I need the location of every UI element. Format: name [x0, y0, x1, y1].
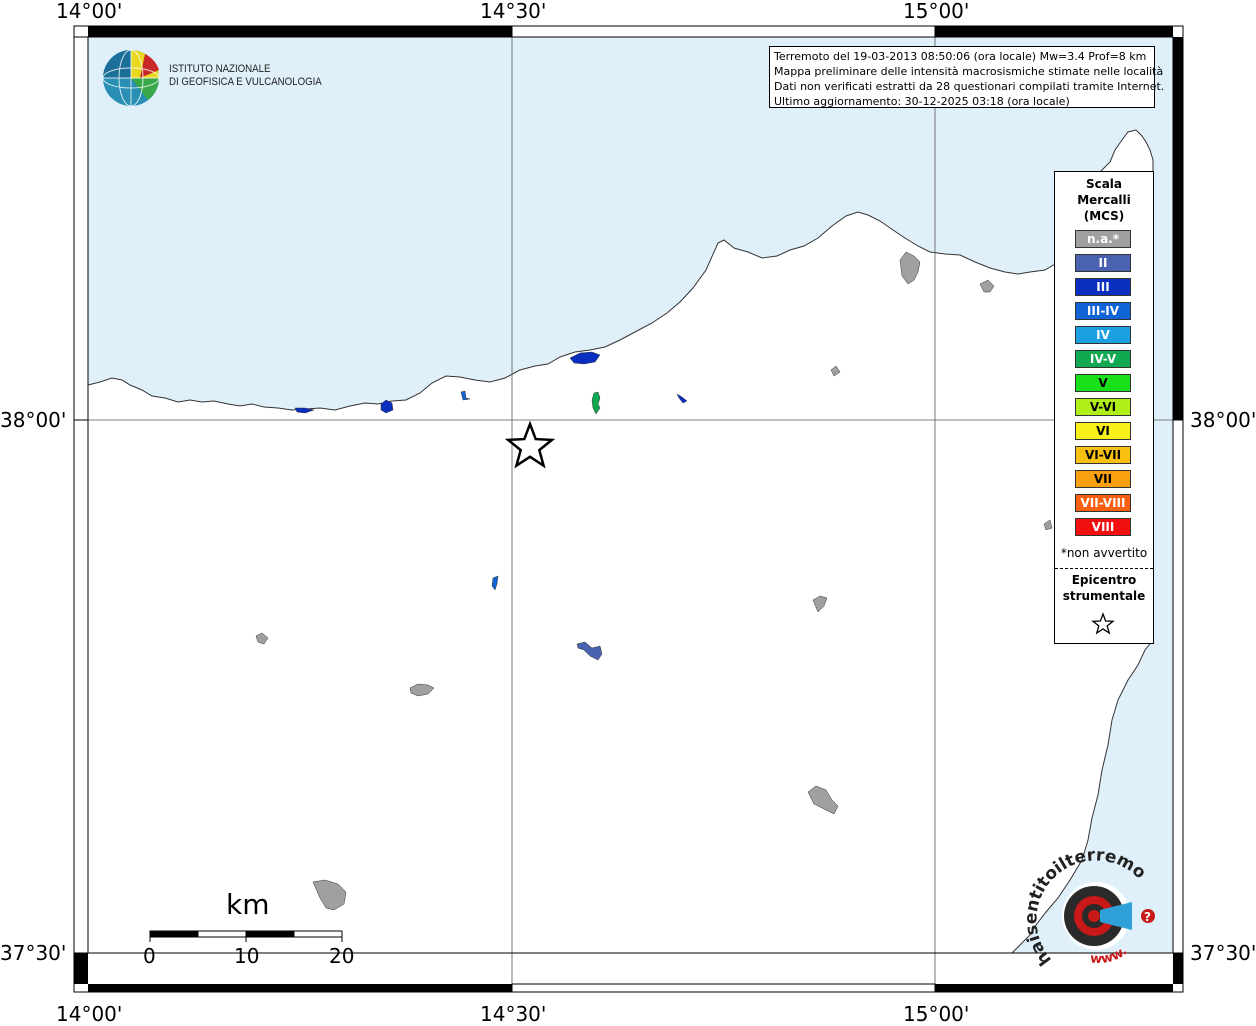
legend-item: V — [1075, 374, 1131, 392]
legend-item: VII — [1075, 470, 1131, 488]
lon-label-bottom: 15°00' — [903, 1002, 970, 1026]
legend-item: IV — [1075, 326, 1131, 344]
legend-item: VII-VIII — [1075, 494, 1131, 512]
legend-item: III-IV — [1075, 302, 1131, 320]
last-update: Ultimo aggiornamento: 30-12-2025 03:18 (… — [774, 95, 1070, 108]
scale-label: 10 — [234, 944, 260, 968]
lon-label-bottom: 14°00' — [56, 1002, 123, 1026]
data-note: Dati non verificati estratti da 28 quest… — [774, 80, 1165, 93]
lat-label-left: 38°00' — [0, 408, 67, 432]
legend-note: *non avvertito — [1060, 546, 1148, 560]
legend-item: IV-V — [1075, 350, 1131, 368]
legend-item: V-VI — [1075, 398, 1131, 416]
scale-unit: km — [226, 888, 270, 921]
legend-epicenter-label: Epicentro strumentale — [1062, 573, 1146, 603]
lat-label-left: 37°30' — [0, 941, 67, 965]
legend-item: VIII — [1075, 518, 1131, 536]
lat-label-right: 38°00' — [1190, 408, 1256, 432]
legend-item: II — [1075, 254, 1131, 272]
ingv-logo-text: ISTITUTO NAZIONALE DI GEOFISICA E VULCAN… — [169, 63, 322, 88]
lon-label-top: 15°00' — [903, 0, 970, 23]
event-line: Terremoto del 19-03-2013 08:50:06 (ora l… — [774, 50, 1147, 63]
legend-item: III — [1075, 278, 1131, 296]
legend-item: VI-VII — [1075, 446, 1131, 464]
scale-label: 0 — [143, 944, 156, 968]
map-description: Mappa preliminare delle intensità macros… — [774, 65, 1164, 78]
ingv-logo-icon — [102, 49, 160, 107]
lat-label-right: 37°30' — [1190, 941, 1256, 965]
legend-star-icon — [1091, 612, 1115, 635]
mcs-legend: Scala Mercalli (MCS) n.a.* II III III-IV IV I… — [1054, 171, 1154, 644]
legend-title: Scala Mercalli (MCS) — [1077, 177, 1131, 223]
event-info-box: Terremoto del 19-03-2013 08:50:06 (ora l… — [769, 46, 1165, 108]
lon-label-top: 14°30' — [480, 0, 547, 23]
legend-item: VI — [1075, 422, 1131, 440]
lon-label-bottom: 14°30' — [480, 1002, 547, 1026]
lon-label-top: 14°00' — [56, 0, 123, 23]
legend-item: n.a.* — [1075, 230, 1131, 248]
scale-label: 20 — [329, 944, 355, 968]
legend-divider — [1055, 568, 1153, 569]
